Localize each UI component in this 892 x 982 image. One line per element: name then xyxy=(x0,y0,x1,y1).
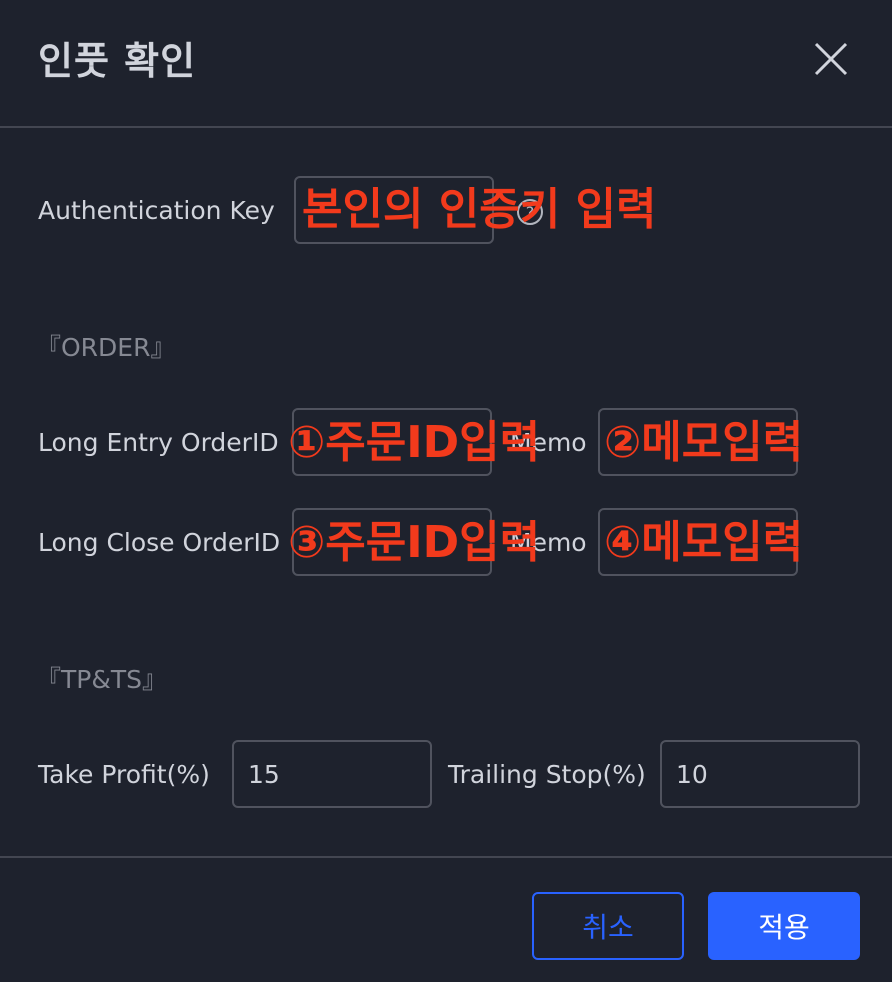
apply-button[interactable]: 적용 xyxy=(708,892,860,960)
take-profit-input[interactable] xyxy=(234,742,430,806)
long-entry-orderid-label: Long Entry OrderID xyxy=(38,428,279,457)
dialog-title: 인풋 확인 xyxy=(38,39,197,83)
long-close-orderid-label: Long Close OrderID xyxy=(38,528,281,557)
trailing-stop-label: Trailing Stop(%) xyxy=(448,760,646,789)
input-confirm-dialog: 인풋 확인 Authentication Key ? 본인의 인증키 입력 『O… xyxy=(0,0,892,982)
long-close-orderid-field-wrapper xyxy=(292,508,492,576)
auth-key-input[interactable] xyxy=(296,178,492,242)
dialog-footer: 취소 적용 xyxy=(0,856,892,982)
dialog-header: 인풋 확인 xyxy=(0,0,892,128)
long-close-orderid-input[interactable] xyxy=(294,510,490,574)
take-profit-field-wrapper xyxy=(232,740,432,808)
trailing-stop-input[interactable] xyxy=(662,742,858,806)
long-entry-memo-field-wrapper xyxy=(598,408,798,476)
long-entry-memo-label: Memo xyxy=(510,428,587,457)
long-close-memo-field-wrapper xyxy=(598,508,798,576)
close-icon[interactable] xyxy=(808,36,854,82)
trailing-stop-field-wrapper xyxy=(660,740,860,808)
long-entry-orderid-field-wrapper xyxy=(292,408,492,476)
svg-text:?: ? xyxy=(526,203,535,222)
long-close-memo-input[interactable] xyxy=(600,510,796,574)
cancel-button[interactable]: 취소 xyxy=(532,892,684,960)
info-icon[interactable]: ? xyxy=(515,197,545,227)
order-section-title: 『ORDER』 xyxy=(36,333,176,362)
tpts-section-title: 『TP&TS』 xyxy=(36,665,167,694)
long-entry-memo-input[interactable] xyxy=(600,410,796,474)
auth-key-label: Authentication Key xyxy=(38,196,275,225)
take-profit-label: Take Profit(%) xyxy=(38,760,210,789)
long-close-memo-label: Memo xyxy=(510,528,587,557)
long-entry-orderid-input[interactable] xyxy=(294,410,490,474)
auth-key-field-wrapper xyxy=(294,176,494,244)
